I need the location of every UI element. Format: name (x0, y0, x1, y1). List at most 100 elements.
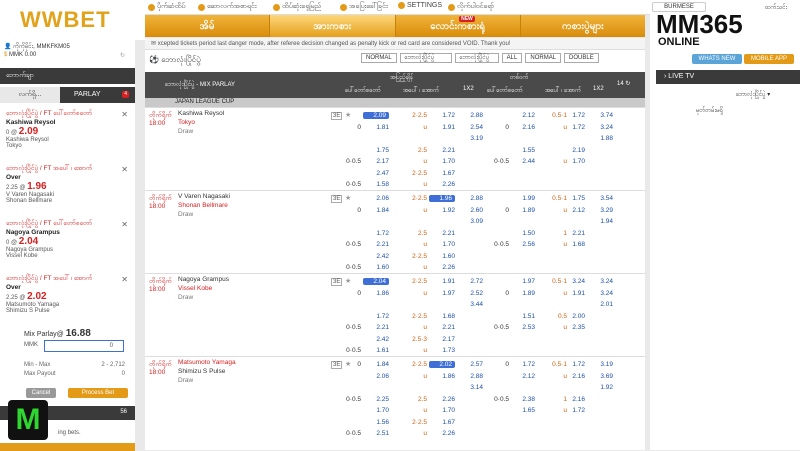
odds-cell[interactable]: 3.14 (457, 384, 483, 391)
odds-cell[interactable]: 1.68 (559, 241, 585, 248)
odds-cell[interactable]: 2.26 (429, 181, 455, 188)
odds-cell[interactable]: 1.81 (363, 124, 389, 131)
odds-cell[interactable]: 1.99 (509, 195, 535, 202)
odds-cell[interactable]: 1.67 (429, 170, 455, 177)
odds-cell[interactable]: 2.26 (429, 430, 455, 437)
odds-cell[interactable]: 1.72 (429, 112, 455, 119)
odds-cell[interactable]: 2.16 (559, 373, 585, 380)
toplink-help[interactable]: လိုက်ပါဝင်ရော် (448, 2, 494, 12)
refresh-icon[interactable]: ↻ (625, 81, 630, 87)
odds-cell[interactable]: 1.72 (363, 230, 389, 237)
odds-cell[interactable]: 3.24 (587, 278, 613, 285)
toplink-statement[interactable]: ဆောလက်အစာရင်း (198, 2, 257, 12)
odds-cell[interactable]: 2.57 (457, 361, 483, 368)
odds-cell[interactable]: 2.12 (509, 373, 535, 380)
wwbet-logo[interactable]: WWBET (0, 0, 145, 40)
odds-cell[interactable]: 3.24 (559, 278, 585, 285)
close-icon[interactable]: ✕ (121, 275, 128, 284)
odds-cell[interactable]: 1.91 (559, 290, 585, 297)
odds-cell[interactable]: 1.70 (429, 407, 455, 414)
odds-cell[interactable]: 2.42 (363, 253, 389, 260)
odds-cell[interactable]: 1.89 (509, 290, 535, 297)
toplink-results[interactable]: ထိပ်ဆုံးရှေမြည် (273, 2, 321, 12)
odds-cell[interactable]: 1.72 (363, 313, 389, 320)
odds-cell[interactable]: 2.16 (559, 396, 585, 403)
odds-cell[interactable]: 2.88 (457, 373, 483, 380)
odds-cell[interactable]: 1.65 (509, 407, 535, 414)
odds-cell[interactable]: 3.74 (587, 112, 613, 119)
toplink-deposit[interactable]: ပိုက်ဆံထိပ် (148, 2, 185, 12)
odds-cell[interactable]: 1.73 (429, 347, 455, 354)
process-bet-button[interactable]: Process Bet (68, 388, 128, 398)
odds-cell[interactable]: 1.72 (559, 112, 585, 119)
odds-cell[interactable]: 2.26 (429, 264, 455, 271)
odds-cell[interactable]: 3.19 (457, 135, 483, 142)
odds-cell[interactable]: 1.70 (429, 241, 455, 248)
odds-cell[interactable]: 2.16 (509, 124, 535, 131)
odds-cell[interactable]: 2.17 (429, 336, 455, 343)
odds-cell[interactable]: 1.68 (429, 313, 455, 320)
odds-cell[interactable]: 2.06 (363, 195, 389, 202)
close-icon[interactable]: ✕ (121, 165, 128, 174)
odds-cell[interactable]: 1.72 (559, 124, 585, 131)
odds-cell[interactable]: 2.06 (363, 373, 389, 380)
odds-cell[interactable]: 1.60 (363, 264, 389, 271)
odds-cell[interactable]: 1.84 (363, 207, 389, 214)
odds-cell[interactable]: 3.19 (587, 361, 613, 368)
toplink-messages[interactable]: အပြေးခေါ်ခြင်း (340, 2, 388, 12)
odds-cell[interactable]: 1.97 (509, 278, 535, 285)
toplink-settings[interactable]: SETTINGS (398, 2, 442, 9)
odds-cell[interactable]: 2.47 (363, 170, 389, 177)
tab-parlay[interactable]: PARLAY 4 (60, 87, 135, 103)
odds-cell[interactable]: 1.84 (363, 361, 389, 368)
odds-cell[interactable]: 2.01 (587, 301, 613, 308)
odds-cell[interactable]: 2.21 (559, 230, 585, 237)
odds-cell[interactable]: 1.96 (429, 195, 455, 202)
odds-cell[interactable]: 2.04 (363, 278, 389, 285)
odds-cell[interactable]: 1.56 (363, 419, 389, 426)
odds-cell[interactable]: 2.21 (363, 241, 389, 248)
tab-home[interactable]: အိမ် (145, 15, 271, 37)
odds-cell[interactable]: 1.89 (509, 207, 535, 214)
filter-normal[interactable]: NORMAL (361, 53, 397, 63)
odds-cell[interactable]: 2.21 (363, 324, 389, 331)
odds-cell[interactable]: 2.02 (429, 361, 455, 368)
odds-cell[interactable]: 1.92 (429, 207, 455, 214)
odds-cell[interactable]: 2.25 (363, 396, 389, 403)
close-icon[interactable]: ✕ (121, 220, 128, 229)
odds-cell[interactable]: 3.54 (587, 195, 613, 202)
filter-league[interactable]: ဘောလုံးပြိုင်ပွဲ (454, 53, 499, 63)
odds-cell[interactable]: 1.70 (363, 407, 389, 414)
odds-cell[interactable]: 2.72 (457, 278, 483, 285)
tab-casino[interactable]: လောင်းကစားရုံ NEW (396, 15, 521, 37)
odds-cell[interactable]: 1.55 (509, 147, 535, 154)
odds-cell[interactable]: 1.88 (587, 135, 613, 142)
odds-cell[interactable]: 2.21 (429, 324, 455, 331)
odds-cell[interactable]: 1.97 (429, 290, 455, 297)
odds-cell[interactable]: 2.42 (363, 336, 389, 343)
odds-cell[interactable]: 2.51 (363, 430, 389, 437)
odds-cell[interactable]: 1.75 (363, 147, 389, 154)
odds-cell[interactable]: 1.86 (429, 373, 455, 380)
close-icon[interactable]: ✕ (121, 110, 128, 119)
odds-cell[interactable]: 2.44 (509, 158, 535, 165)
cancel-button[interactable]: Cancel (26, 388, 56, 398)
odds-cell[interactable]: 1.58 (363, 181, 389, 188)
odds-cell[interactable]: 1.72 (559, 361, 585, 368)
odds-cell[interactable]: 1.50 (509, 230, 535, 237)
filter-sport[interactable]: ဘောလုံးပြိုင်ပွဲ (399, 53, 452, 63)
odds-cell[interactable]: 2.17 (363, 158, 389, 165)
odds-cell[interactable]: 2.60 (457, 207, 483, 214)
odds-cell[interactable]: 2.88 (457, 195, 483, 202)
odds-cell[interactable]: 2.26 (429, 396, 455, 403)
odds-cell[interactable]: 1.67 (429, 419, 455, 426)
odds-cell[interactable]: 2.56 (509, 241, 535, 248)
odds-cell[interactable]: 2.54 (457, 124, 483, 131)
odds-cell[interactable]: 3.44 (457, 301, 483, 308)
league-row[interactable]: JAPAN LEAGUE CUP (145, 98, 645, 107)
refresh-icon[interactable]: ↻ (120, 52, 125, 59)
odds-cell[interactable]: 3.24 (587, 124, 613, 131)
filter-all[interactable]: ALL (501, 53, 523, 63)
odds-cell[interactable]: 2.00 (559, 313, 585, 320)
odds-cell[interactable]: 3.24 (587, 290, 613, 297)
